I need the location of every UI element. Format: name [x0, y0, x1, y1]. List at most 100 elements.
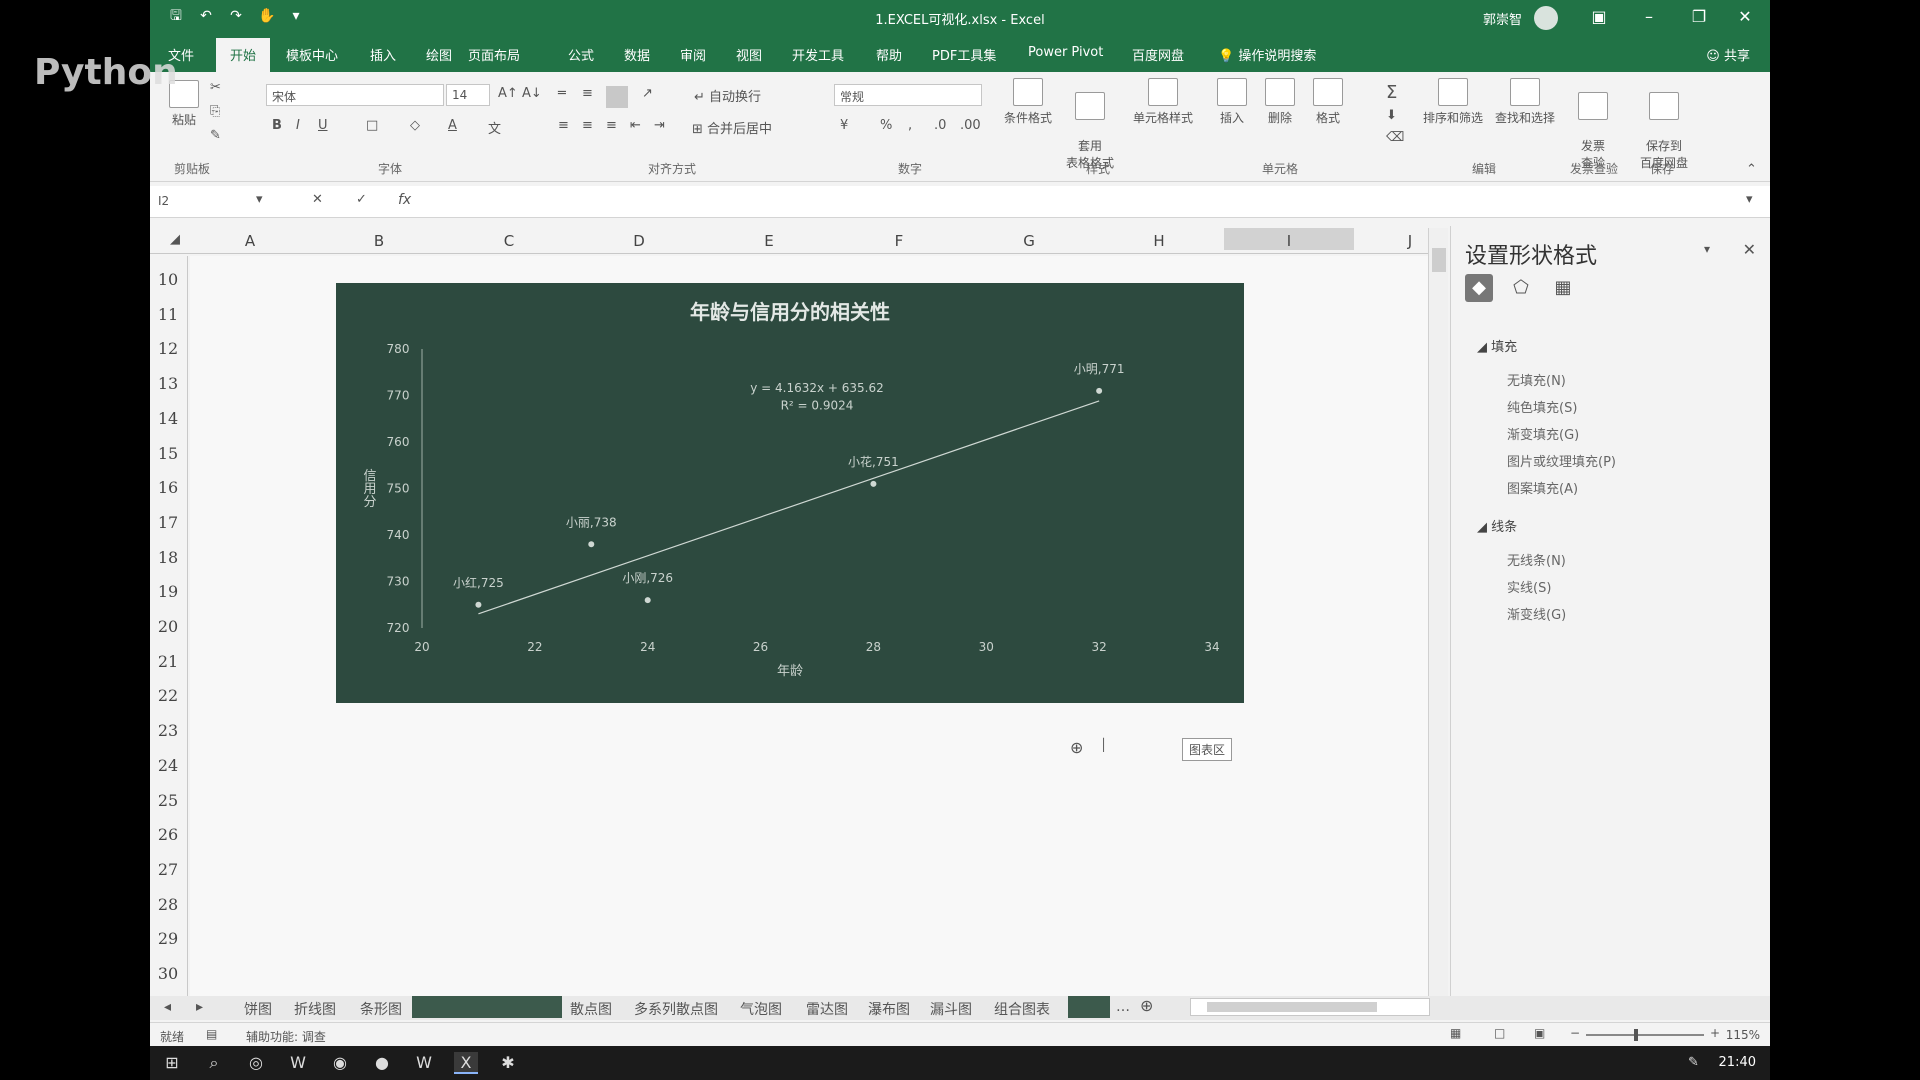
zoom-level[interactable]: 115% — [1726, 1028, 1760, 1042]
cancel-entry-icon[interactable]: ✕ — [312, 192, 323, 207]
decrease-decimal-icon[interactable]: .00 — [960, 118, 981, 133]
row-header-12[interactable]: 12 — [150, 339, 186, 358]
tab-home[interactable]: 开始 — [216, 38, 271, 74]
tab-data[interactable]: 数据 — [624, 45, 650, 64]
select-all-icon[interactable]: ◢ — [170, 232, 180, 247]
find-select-button[interactable]: 查找和选择 — [1490, 78, 1560, 126]
chrome-icon[interactable]: ● — [370, 1052, 394, 1074]
column-header-e[interactable]: E — [754, 232, 784, 250]
save-to-baidu-button[interactable]: 保存到 百度网盘 — [1632, 78, 1696, 171]
sheet-tab-pie[interactable]: 饼图 — [244, 999, 272, 1019]
number-format-select[interactable]: 常规 — [834, 84, 982, 106]
line-section[interactable]: ◢ 线条 — [1477, 516, 1517, 535]
border-icon[interactable]: □ — [366, 118, 378, 133]
row-header-11[interactable]: 11 — [150, 305, 186, 324]
line-option-none[interactable]: 无线条(N) — [1507, 550, 1566, 569]
currency-icon[interactable]: ¥ — [840, 118, 848, 133]
align-center-icon[interactable]: ≡ — [582, 118, 593, 133]
horizontal-scrollbar[interactable] — [1190, 998, 1430, 1016]
ribbon-display-icon[interactable]: ▣ — [1584, 6, 1614, 28]
increase-decimal-icon[interactable]: .0 — [934, 118, 946, 133]
cell-styles-button[interactable]: 单元格样式 — [1128, 78, 1198, 126]
italic-icon[interactable]: I — [296, 118, 300, 133]
row-header-14[interactable]: 14 — [150, 409, 186, 428]
row-header-28[interactable]: 28 — [150, 895, 186, 914]
merge-center-button[interactable]: ⊞ 合并后居中 — [692, 118, 772, 137]
zoom-out-icon[interactable]: − — [1570, 1026, 1580, 1040]
row-header-26[interactable]: 26 — [150, 825, 186, 844]
column-header-d[interactable]: D — [624, 232, 654, 250]
tab-review[interactable]: 审阅 — [680, 45, 706, 64]
fill-option-none[interactable]: 无填充(N) — [1507, 370, 1566, 389]
macro-record-icon[interactable]: ▤ — [206, 1027, 217, 1041]
line-option-gradient[interactable]: 渐变线(G) — [1507, 604, 1566, 623]
windows-icon[interactable]: ⊞ — [160, 1052, 184, 1074]
page-break-view-icon[interactable]: ▣ — [1534, 1026, 1545, 1040]
font-size-select[interactable]: 14 — [446, 84, 490, 106]
browser-icon[interactable]: ◎ — [244, 1052, 268, 1074]
sheet-tab-combo[interactable]: 组合图表 — [994, 999, 1050, 1019]
sheet-overflow-icon[interactable]: … — [1116, 999, 1130, 1015]
chart-styles-icon[interactable]: │ — [1100, 738, 1107, 752]
sheet-next-icon[interactable]: ▸ — [196, 999, 203, 1015]
column-header-a[interactable]: A — [235, 232, 265, 250]
confirm-entry-icon[interactable]: ✓ — [356, 192, 367, 207]
expand-formula-icon[interactable]: ▾ — [1746, 192, 1753, 207]
tab-help[interactable]: 帮助 — [876, 45, 902, 64]
column-header-f[interactable]: F — [884, 232, 914, 250]
page-layout-view-icon[interactable]: □ — [1494, 1026, 1505, 1040]
conditional-format-button[interactable]: 条件格式 — [998, 78, 1058, 126]
tab-power-pivot[interactable]: Power Pivot — [1028, 45, 1103, 60]
avatar[interactable] — [1534, 6, 1558, 30]
row-header-20[interactable]: 20 — [150, 617, 186, 636]
sheet-tab-line[interactable]: 折线图 — [294, 999, 336, 1019]
app-gear-icon[interactable]: ✱ — [496, 1052, 520, 1074]
increase-indent-icon[interactable]: ⇥ — [654, 118, 665, 133]
collapse-ribbon-icon[interactable]: ⌃ — [1746, 162, 1757, 177]
underline-icon[interactable]: U — [318, 118, 328, 133]
fill-option-solid[interactable]: 纯色填充(S) — [1507, 397, 1577, 416]
effects-icon[interactable]: ⬠ — [1507, 274, 1535, 302]
row-header-24[interactable]: 24 — [150, 756, 186, 775]
percent-icon[interactable]: % — [880, 118, 892, 133]
new-sheet-icon[interactable]: ⊕ — [1140, 996, 1153, 1015]
align-top-icon[interactable]: ═ — [558, 86, 566, 101]
restore-icon[interactable]: ❐ — [1684, 6, 1714, 28]
row-header-13[interactable]: 13 — [150, 374, 186, 393]
decrease-indent-icon[interactable]: ⇤ — [630, 118, 641, 133]
tab-pdf-tools[interactable]: PDF工具集 — [932, 45, 996, 64]
column-header-j[interactable]: J — [1400, 232, 1420, 250]
bold-icon[interactable]: B — [272, 118, 282, 133]
minimize-icon[interactable]: – — [1634, 6, 1664, 28]
sheet-tab-more[interactable] — [1068, 996, 1110, 1018]
row-header-17[interactable]: 17 — [150, 513, 186, 532]
vertical-scrollbar[interactable] — [1428, 228, 1448, 998]
delete-cells-button[interactable]: 删除 — [1260, 78, 1300, 126]
row-header-16[interactable]: 16 — [150, 478, 186, 497]
column-header-g[interactable]: G — [1014, 232, 1044, 250]
zoom-slider[interactable] — [1586, 1029, 1704, 1041]
sheet-tab-funnel[interactable]: 漏斗图 — [930, 999, 972, 1019]
fill-line-icon[interactable]: ◆ — [1465, 274, 1493, 302]
align-middle-icon[interactable]: ≡ — [582, 86, 593, 101]
align-left-icon[interactable]: ≡ — [558, 118, 569, 133]
zoom-in-icon[interactable]: + — [1710, 1026, 1720, 1040]
tab-draw[interactable]: 绘图 — [426, 45, 452, 64]
increase-font-icon[interactable]: A↑ — [498, 86, 518, 101]
column-header-b[interactable]: B — [364, 232, 394, 250]
tell-me-search[interactable]: 💡 操作说明搜索 — [1218, 45, 1316, 64]
row-header-25[interactable]: 25 — [150, 791, 186, 810]
tab-view[interactable]: 视图 — [736, 45, 762, 64]
row-header-23[interactable]: 23 — [150, 721, 186, 740]
user-name[interactable]: 郭崇智 — [1483, 9, 1522, 28]
format-as-table-button[interactable]: 套用 表格格式 — [1060, 78, 1120, 171]
fill-icon[interactable]: ⬇ — [1386, 108, 1397, 123]
fill-option-pattern[interactable]: 图案填充(A) — [1507, 478, 1578, 497]
tab-template-center[interactable]: 模板中心 — [286, 45, 338, 64]
row-header-27[interactable]: 27 — [150, 860, 186, 879]
zoom-slider-knob[interactable] — [1633, 1029, 1638, 1041]
fill-section[interactable]: ◢ 填充 — [1477, 336, 1517, 355]
sheet-tab-waterfall[interactable]: 瀑布图 — [868, 999, 910, 1019]
row-header-29[interactable]: 29 — [150, 929, 186, 948]
line-option-solid[interactable]: 实线(S) — [1507, 577, 1551, 596]
